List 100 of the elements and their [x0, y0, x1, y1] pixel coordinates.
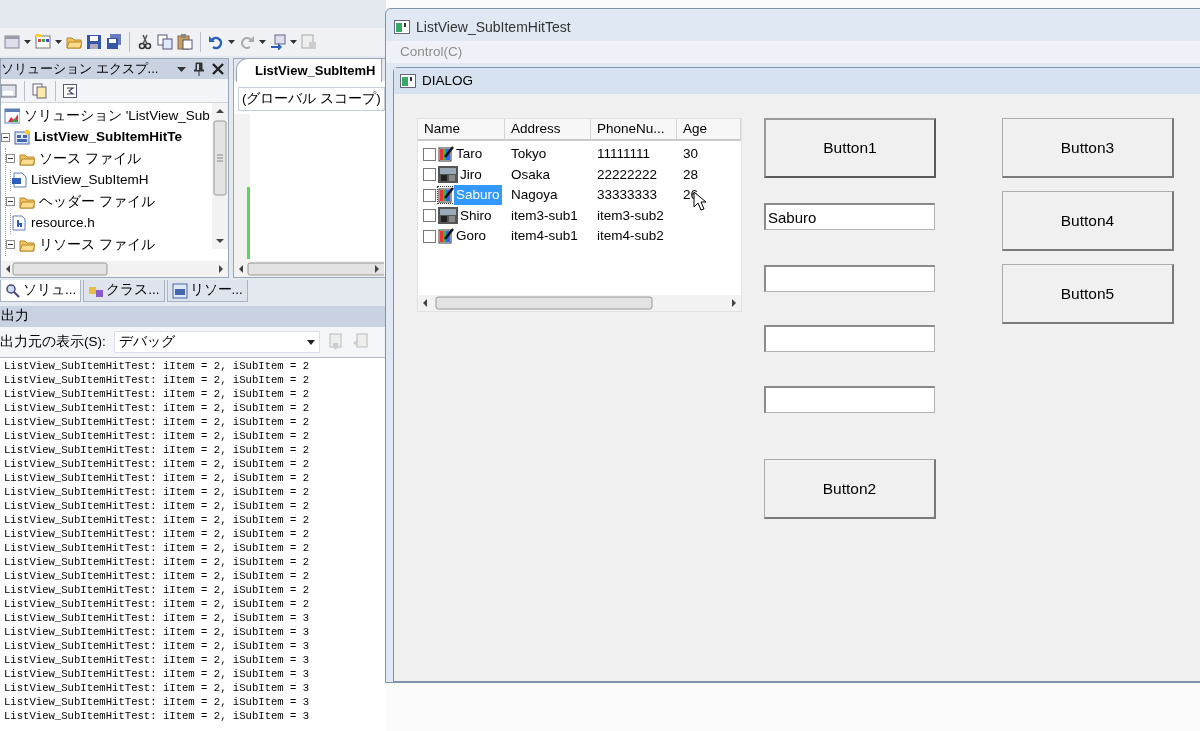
table-cell-text: Nagoya [510, 186, 559, 205]
checkbox[interactable] [423, 147, 436, 161]
editor-tab[interactable]: ListView_SubItemH [236, 59, 383, 83]
button[interactable]: Button3 [1002, 118, 1174, 178]
tree-item[interactable]: ソリューション 'ListView_Sub [24, 105, 210, 126]
column-header[interactable]: Age [677, 119, 741, 141]
table-cell-text: 33333333 [596, 186, 659, 205]
list-item[interactable]: Shiro [458, 205, 494, 226]
save-icon[interactable] [86, 34, 102, 50]
table-cell-text: item3-sub1 [510, 206, 579, 225]
table-cell-text: item4-sub1 [510, 227, 579, 246]
text-field[interactable] [764, 265, 935, 292]
text-field[interactable] [764, 386, 935, 413]
panel-tab[interactable]: クラス... [83, 280, 165, 302]
button[interactable]: Button2 [764, 459, 936, 519]
paste-icon[interactable] [177, 34, 193, 50]
add-item-icon[interactable] [35, 34, 51, 50]
column-header[interactable]: Address [505, 119, 591, 141]
output-line: ListView_SubItemHitTest: iItem = 2, iSubItem = 2 [4, 443, 311, 457]
horizontal-scrollbar[interactable] [418, 295, 741, 311]
cut-icon[interactable] [137, 34, 153, 50]
output-line: ListView_SubItemHitTest: iItem = 2, iSubItem = 2 [4, 429, 311, 443]
project-icon [14, 129, 30, 146]
caret-icon[interactable] [290, 40, 297, 44]
copy-icon[interactable] [157, 34, 173, 50]
output-line: ListView_SubItemHitTest: iItem = 2, iSubItem = 3 [4, 625, 311, 639]
collapse-icon[interactable] [6, 240, 15, 250]
color-pencil-icon [438, 228, 454, 245]
list-item[interactable]: Jiro [458, 164, 484, 185]
checkbox[interactable] [423, 168, 436, 182]
tree-item[interactable]: ListView_SubItemHitTe [34, 127, 183, 148]
caret-icon[interactable] [259, 40, 266, 44]
output-line: ListView_SubItemHitTest: iItem = 2, iSubItem = 3 [4, 681, 311, 695]
table-cell-text: 22222222 [596, 165, 659, 184]
output-line: ListView_SubItemHitTest: iItem = 2, iSubItem = 2 [4, 457, 311, 471]
table-cell-text: 28 [682, 165, 700, 184]
output-line: ListView_SubItemHitTest: iItem = 2, iSubItem = 3 [4, 611, 311, 625]
properties-icon[interactable] [1, 82, 17, 99]
photo-icon [438, 165, 458, 185]
list-item[interactable]: Goro [454, 226, 488, 247]
tree-item[interactable]: ヘッダー ファイル [39, 191, 155, 212]
output-line: ListView_SubItemHitTest: iItem = 2, iSubItem = 2 [4, 485, 311, 499]
column-header[interactable]: PhoneNu... [591, 119, 677, 141]
output-line: ListView_SubItemHitTest: iItem = 2, iSubItem = 2 [4, 597, 311, 611]
list-item[interactable]: Taro [454, 144, 485, 165]
dialog-title: DIALOG [422, 71, 473, 90]
caret-icon[interactable] [306, 339, 315, 345]
caret-icon[interactable] [228, 40, 235, 44]
source-label: 出力元の表示(S): [0, 332, 106, 351]
step-icon[interactable] [270, 34, 286, 50]
button[interactable]: Button1 [764, 118, 936, 178]
output-line: ListView_SubItemHitTest: iItem = 2, iSubItem = 3 [4, 695, 311, 709]
tree-item[interactable]: ソース ファイル [39, 148, 141, 169]
close-icon[interactable] [212, 63, 224, 75]
caret-icon[interactable] [24, 40, 31, 44]
caret-icon[interactable] [55, 40, 62, 44]
checkbox[interactable] [423, 188, 436, 202]
text-field[interactable]: Saburo [764, 203, 935, 230]
solution-icon [4, 107, 20, 124]
output-line: ListView_SubItemHitTest: iItem = 2, iSubItem = 2 [4, 401, 311, 415]
output-line: ListView_SubItemHitTest: iItem = 2, iSubItem = 2 [4, 527, 311, 541]
color-pencil-icon [438, 187, 454, 204]
collapse-icon[interactable] [6, 197, 15, 207]
button[interactable]: Button5 [1002, 264, 1174, 324]
horizontal-scrollbar[interactable] [234, 261, 384, 277]
panel-tab[interactable]: ソリュ... [0, 280, 82, 302]
save-all-icon[interactable] [106, 34, 122, 50]
column-header[interactable]: Name [418, 119, 505, 141]
show-files-icon[interactable] [32, 82, 48, 99]
resource-view-icon [171, 282, 188, 299]
text-field[interactable] [764, 325, 935, 352]
output-line: ListView_SubItemHitTest: iItem = 2, iSubItem = 2 [4, 555, 311, 569]
output-line: ListView_SubItemHitTest: iItem = 2, iSubItem = 2 [4, 513, 311, 527]
undo-icon[interactable] [208, 34, 224, 50]
tree-item[interactable]: ListView_SubItemH [31, 170, 149, 191]
pin-icon[interactable] [194, 62, 204, 76]
tree-item[interactable]: リソース ファイル [39, 234, 155, 255]
output-line: ListView_SubItemHitTest: iItem = 2, iSubItem = 3 [4, 653, 311, 667]
output-line: ListView_SubItemHitTest: iItem = 2, iSubItem = 3 [4, 667, 311, 681]
header-file-icon [11, 215, 27, 232]
checkbox[interactable] [423, 209, 436, 223]
output-line: ListView_SubItemHitTest: iItem = 2, iSubItem = 3 [4, 639, 311, 653]
view-code-icon[interactable] [63, 83, 77, 98]
output-line: ListView_SubItemHitTest: iItem = 2, iSubItem = 2 [4, 499, 311, 513]
source-dropdown[interactable]: デバッグ [113, 331, 320, 353]
output-line: ListView_SubItemHitTest: iItem = 2, iSubItem = 2 [4, 541, 311, 555]
table-cell-text: Osaka [510, 165, 552, 184]
collapse-icon[interactable] [6, 154, 15, 164]
scope-dropdown[interactable]: (グローバル スコープ) [238, 87, 385, 111]
collapse-icon[interactable] [1, 132, 10, 142]
output-line: ListView_SubItemHitTest: iItem = 2, iSubItem = 2 [4, 359, 311, 373]
output-line: ListView_SubItemHitTest: iItem = 2, iSubItem = 2 [4, 583, 311, 597]
output-line: ListView_SubItemHitTest: iItem = 2, iSubItem = 2 [4, 415, 311, 429]
button[interactable]: Button4 [1002, 191, 1174, 251]
checkbox[interactable] [423, 229, 436, 243]
tree-item[interactable]: resource.h [31, 213, 95, 234]
vertical-scrollbar[interactable] [212, 103, 228, 249]
panel-tab[interactable]: リソー... [166, 280, 248, 302]
horizontal-scrollbar[interactable] [1, 261, 228, 277]
caret-icon[interactable] [177, 66, 186, 72]
